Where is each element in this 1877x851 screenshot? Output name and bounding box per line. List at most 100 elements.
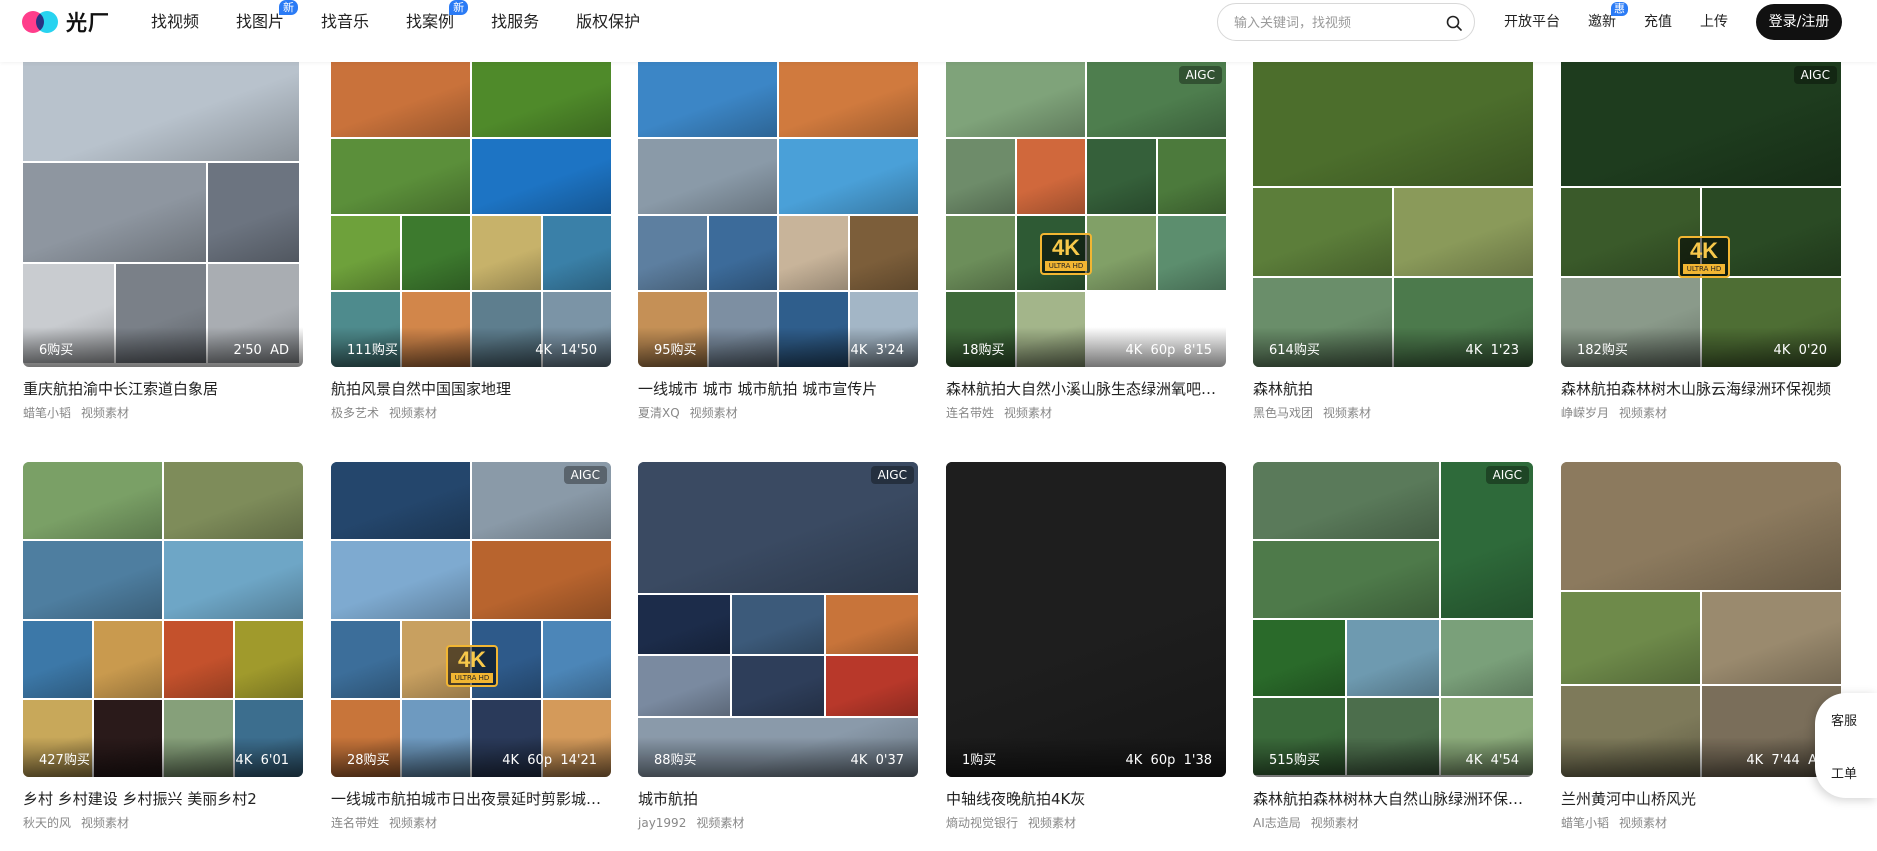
author-link[interactable]: 夏清XQ: [638, 406, 680, 420]
video-thumbnail[interactable]: AIGC 515购买 4K 4'54: [1253, 462, 1533, 777]
category-label: 视频素材: [389, 406, 438, 420]
nav-find-service[interactable]: 找服务: [491, 10, 539, 34]
author-link[interactable]: 极多艺术: [331, 406, 379, 420]
main-nav: 找视频 找图片新 找音乐 找案例新 找服务 版权保护: [151, 0, 677, 34]
customer-service-button[interactable]: 客服: [1831, 710, 1857, 729]
video-byline: 熵动视觉银行 视频素材: [946, 814, 1226, 832]
video-thumbnail[interactable]: 95购买 4K 3'24: [638, 62, 918, 367]
upload-link[interactable]: 上传: [1700, 11, 1728, 33]
author-link[interactable]: AI志造局: [1253, 816, 1301, 830]
login-register-button[interactable]: 登录/注册: [1756, 4, 1842, 40]
video-card[interactable]: 4K ULTRA HD AIGC 182购买 4K 0'20 森林航拍森林树木山脉云海绿洲…: [1561, 62, 1841, 422]
category-label: 视频素材: [689, 406, 738, 420]
search-box: [1217, 3, 1475, 41]
video-byline: 连名带姓 视频素材: [946, 404, 1226, 422]
thumbnail-tile: [164, 541, 303, 619]
author-link[interactable]: 蜡笔小韬: [1561, 816, 1609, 830]
video-thumbnail[interactable]: 4K ULTRA HD AIGC 18购买 4K 60p 8'15: [946, 62, 1226, 367]
video-title[interactable]: 中轴线夜晚航拍4K灰: [946, 789, 1226, 809]
video-card[interactable]: 111购买 4K 14'50 航拍风景自然中国国家地理极多艺术 视频素材: [331, 62, 611, 422]
author-link[interactable]: 连名带姓: [331, 816, 379, 830]
thumbnail-tile: [1253, 462, 1439, 539]
video-card[interactable]: AIGC 88购买 4K 0'37 城市航拍 jay1992 视频素材: [638, 462, 918, 832]
video-title[interactable]: 森林航拍森林树林大自然山脉绿洲环保生态保护: [1253, 789, 1533, 809]
author-link[interactable]: 熵动视觉银行: [946, 816, 1018, 830]
thumbnail-tile: [849, 215, 918, 291]
thumbnail-tile: [1347, 619, 1439, 697]
nav-find-music[interactable]: 找音乐: [321, 10, 369, 34]
video-card[interactable]: 427购买 4K 6'01 乡村 乡村建设 乡村振兴 美丽乡村2 秋天的风 视频素材: [23, 462, 303, 832]
thumbnail-tile: [946, 215, 1015, 291]
ticket-button[interactable]: 工单: [1831, 763, 1857, 782]
thumbnail-tile: [472, 541, 611, 619]
top-header: 光厂 找视频 找图片新 找音乐 找案例新 找服务 版权保护 开放平台 邀新 惠 …: [0, 0, 1877, 62]
video-card[interactable]: 95购买 4K 3'24 一线城市 城市 城市航拍 城市宣传片夏清XQ 视频素材: [638, 62, 918, 422]
video-title[interactable]: 森林航拍: [1253, 379, 1533, 399]
video-byline: 秋天的风 视频素材: [23, 814, 303, 832]
video-title[interactable]: 森林航拍大自然小溪山脉生态绿洲氧吧视频: [946, 379, 1226, 399]
video-title[interactable]: 一线城市航拍城市日出夜景延时剪影城市发展: [331, 789, 611, 809]
video-thumbnail[interactable]: 614购买 4K 1'23: [1253, 62, 1533, 367]
thumbnail-tile: [1702, 592, 1841, 684]
video-card[interactable]: 4K 7'44 AD 兰州黄河中山桥风光 蜡笔小韬 视频素材: [1561, 462, 1841, 832]
video-spec-duration: 4K 0'37: [850, 753, 904, 768]
search-input[interactable]: [1234, 13, 1434, 33]
video-title[interactable]: 森林航拍森林树木山脉云海绿洲环保视频: [1561, 379, 1841, 399]
video-title[interactable]: 城市航拍: [638, 789, 918, 809]
video-card[interactable]: AIGC 515购买 4K 4'54 森林航拍森林树林大自然山脉绿洲环保生态保护 AI志…: [1253, 462, 1533, 832]
video-card[interactable]: 4K ULTRA HD AIGC 28购买 4K 60p 14'21 一线城市航拍城市日出…: [331, 462, 611, 832]
video-title[interactable]: 兰州黄河中山桥风光: [1561, 789, 1841, 809]
new-badge: 新: [279, 0, 299, 15]
video-thumbnail[interactable]: 4K ULTRA HD AIGC 28购买 4K 60p 14'21: [331, 462, 611, 777]
video-thumbnail[interactable]: AIGC 88购买 4K 0'37: [638, 462, 918, 777]
nav-find-case[interactable]: 找案例新: [406, 0, 469, 34]
video-card[interactable]: 614购买 4K 1'23 森林航拍黑色马戏团 视频素材: [1253, 62, 1533, 422]
thumbnail-tile: [1157, 215, 1226, 291]
video-title[interactable]: 乡村 乡村建设 乡村振兴 美丽乡村2: [23, 789, 303, 809]
video-card[interactable]: 6购买 2'50 AD 重庆航拍渝中长江索道白象居 蜡笔小韬 视频素材: [23, 62, 303, 422]
logo[interactable]: 光厂: [22, 9, 110, 35]
purchase-count: 28购买: [347, 753, 390, 768]
thumbnail-tile: [946, 62, 1085, 137]
video-byline: 黑色马戏团 视频素材: [1253, 404, 1533, 422]
video-title[interactable]: 航拍风景自然中国国家地理: [331, 379, 611, 399]
nav-copyright[interactable]: 版权保护: [576, 10, 640, 34]
recharge-link[interactable]: 充值: [1644, 11, 1672, 33]
discount-badge: 惠: [1611, 2, 1628, 16]
ultra-hd-4k-icon: 4K ULTRA HD: [446, 645, 498, 687]
ultra-hd-4k-icon: 4K ULTRA HD: [1040, 233, 1092, 275]
video-thumbnail[interactable]: 4K 7'44 AD: [1561, 462, 1841, 777]
thumbnail-tile: [1561, 592, 1700, 684]
thumbnail-tile: [542, 620, 611, 698]
open-platform-link[interactable]: 开放平台: [1504, 11, 1560, 33]
search-icon[interactable]: [1446, 15, 1462, 31]
video-title[interactable]: 重庆航拍渝中长江索道白象居: [23, 379, 303, 399]
video-title[interactable]: 一线城市 城市 城市航拍 城市宣传片: [638, 379, 918, 399]
video-thumbnail[interactable]: 6购买 2'50 AD: [23, 62, 303, 367]
video-thumbnail[interactable]: 427购买 4K 6'01: [23, 462, 303, 777]
video-byline: 峥嵘岁月 视频素材: [1561, 404, 1841, 422]
new-badge: 新: [449, 0, 469, 15]
thumbnail-tile: [23, 620, 92, 698]
author-link[interactable]: 蜡笔小韬: [23, 406, 71, 420]
thumbnail-tile: [1441, 462, 1533, 618]
author-link[interactable]: jay1992: [638, 816, 686, 830]
video-thumbnail[interactable]: 1购买 4K 60p 1'38: [946, 462, 1226, 777]
thumbnail-tile: [331, 62, 470, 137]
video-card[interactable]: 4K ULTRA HD AIGC 18购买 4K 60p 8'15 森林航拍大自然小溪山脉…: [946, 62, 1226, 422]
invite-link[interactable]: 邀新 惠: [1588, 2, 1628, 33]
author-link[interactable]: 秋天的风: [23, 816, 71, 830]
author-link[interactable]: 连名带姓: [946, 406, 994, 420]
author-link[interactable]: 峥嵘岁月: [1561, 406, 1609, 420]
nav-find-image[interactable]: 找图片新: [236, 0, 299, 34]
video-spec-duration: 4K 6'01: [235, 753, 289, 768]
aigc-badge: AIGC: [1793, 66, 1837, 84]
nav-find-video[interactable]: 找视频: [151, 10, 199, 34]
author-link[interactable]: 黑色马戏团: [1253, 406, 1313, 420]
video-thumbnail[interactable]: 111购买 4K 14'50: [331, 62, 611, 367]
video-thumbnail[interactable]: 4K ULTRA HD AIGC 182购买 4K 0'20: [1561, 62, 1841, 367]
thumbnail-tile: [1394, 187, 1533, 277]
video-card[interactable]: 1购买 4K 60p 1'38 中轴线夜晚航拍4K灰 熵动视觉银行 视频素材: [946, 462, 1226, 832]
video-spec-duration: 4K 3'24: [850, 343, 904, 358]
aigc-badge: AIGC: [1178, 66, 1222, 84]
